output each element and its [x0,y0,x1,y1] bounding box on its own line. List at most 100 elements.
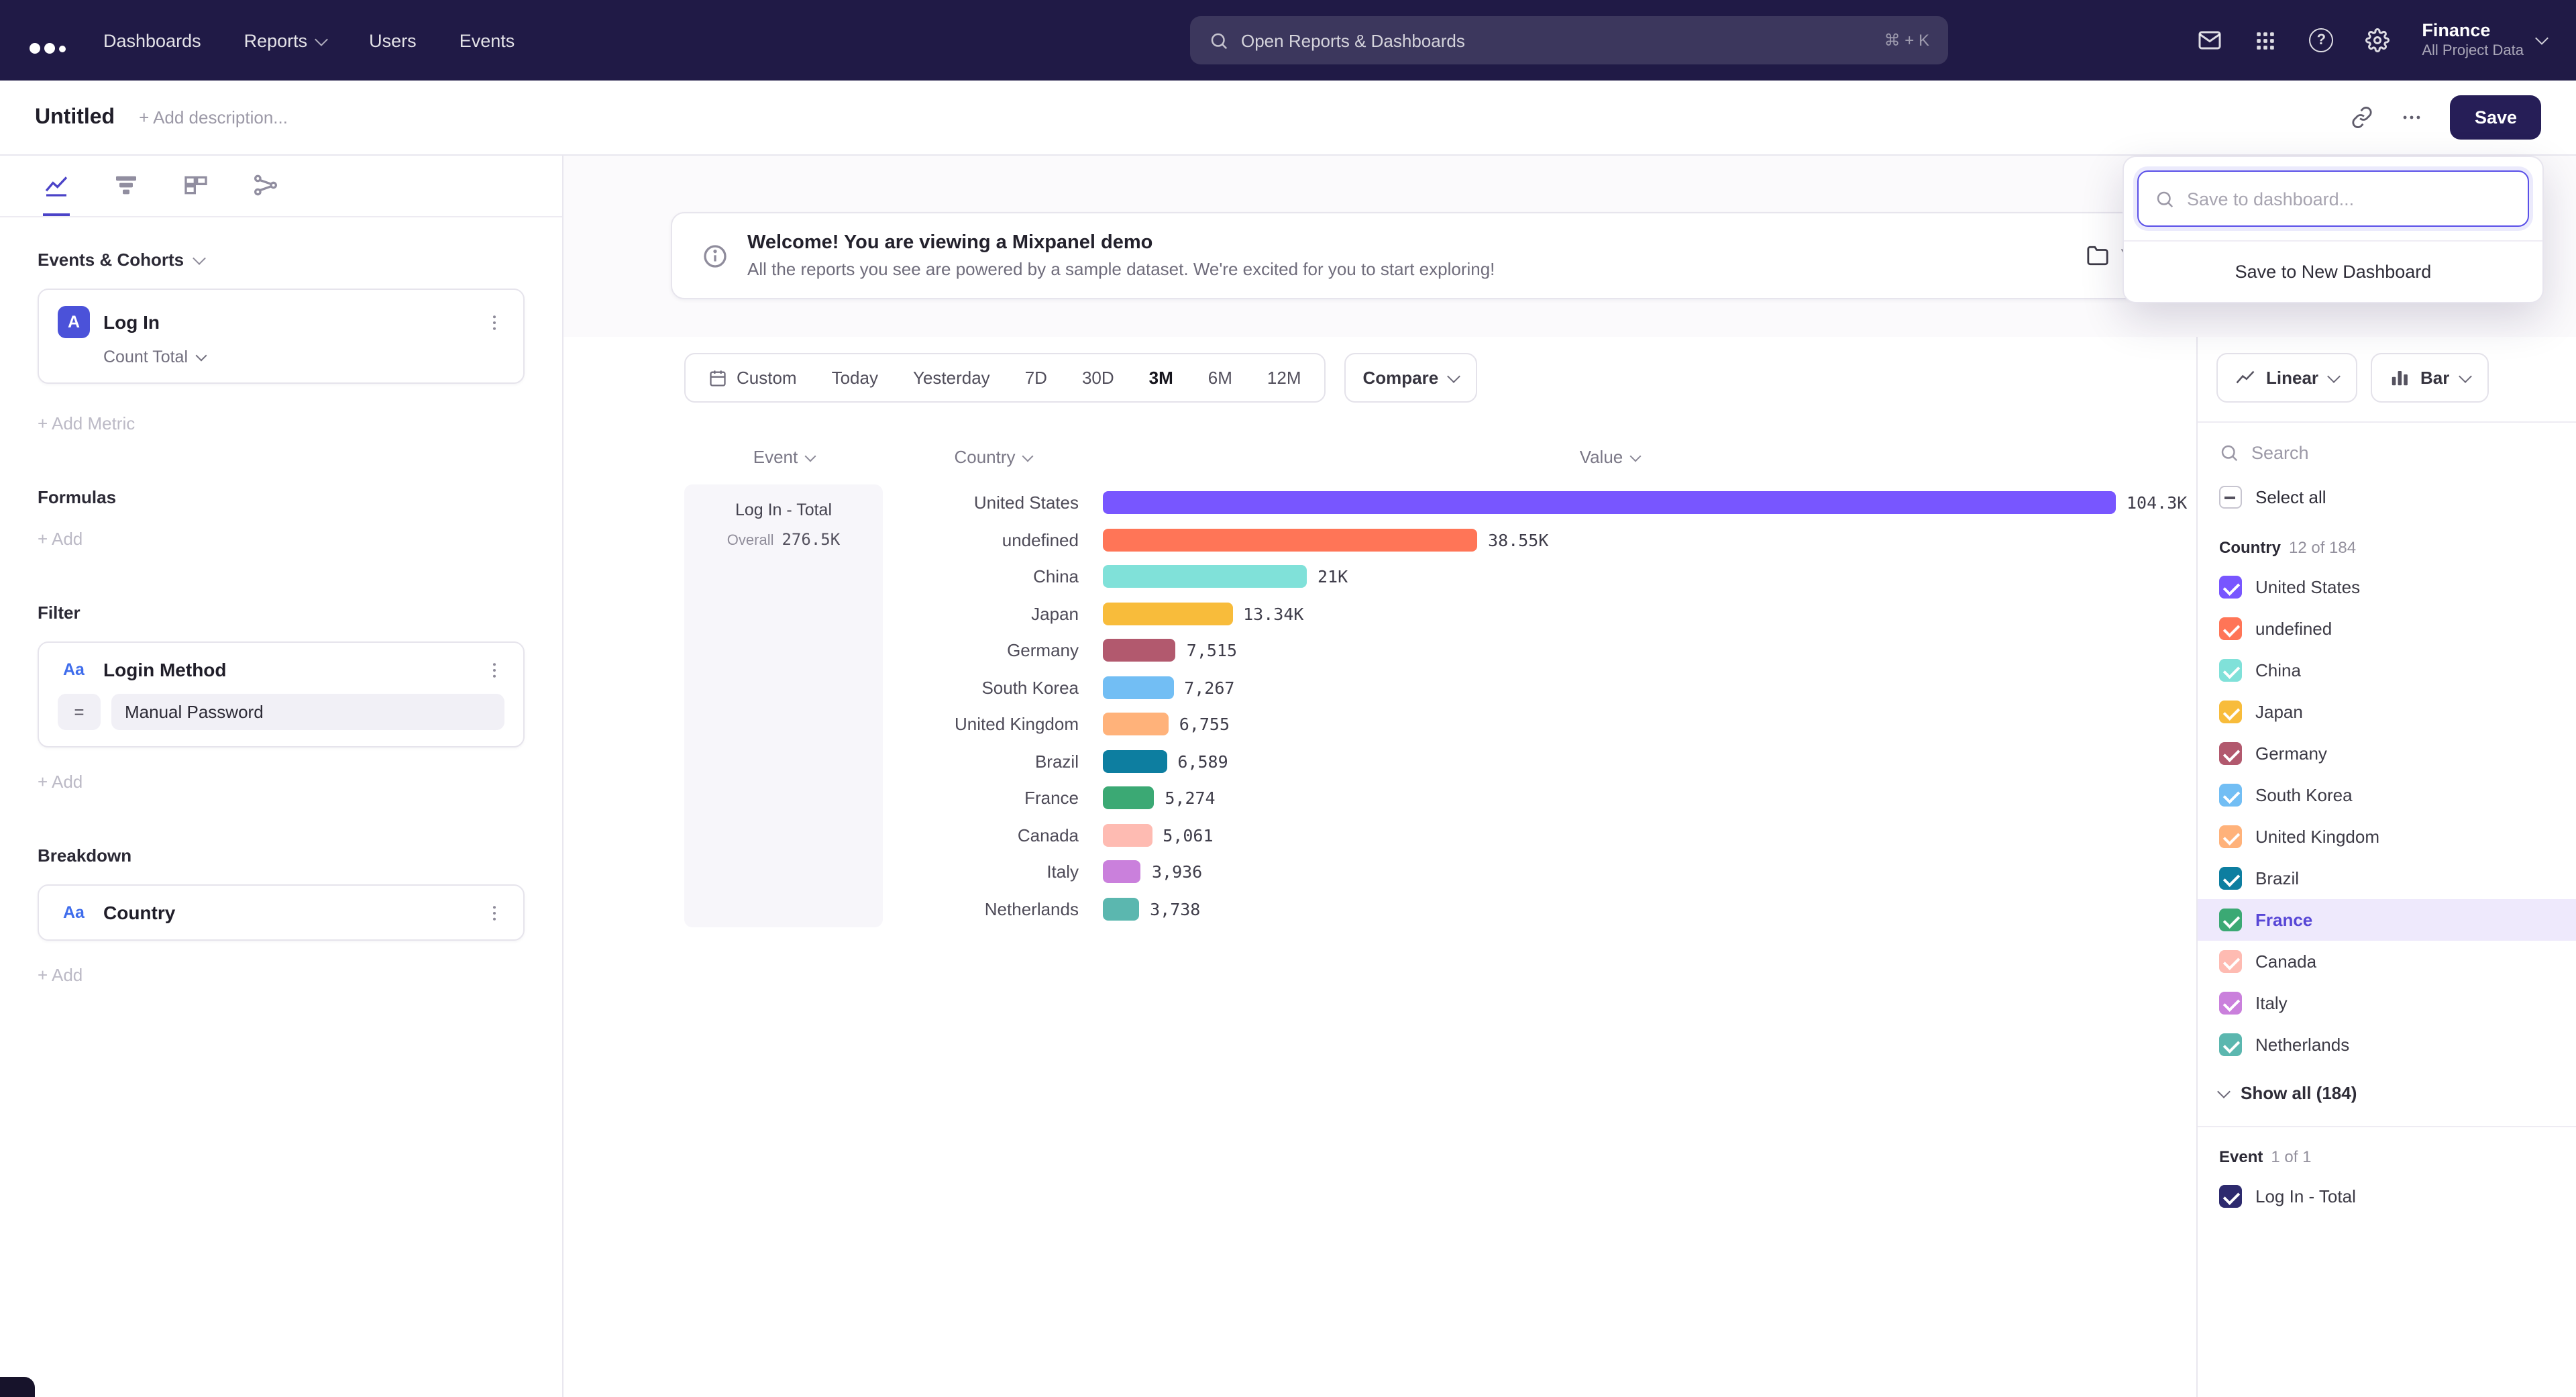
global-search[interactable]: ⌘ + K [1190,16,1948,64]
add-filter-button[interactable]: + Add [38,772,525,792]
kebab-menu-icon[interactable] [484,312,504,332]
nav-link-reports[interactable]: Reports [244,30,327,50]
checkbox-checked-icon[interactable] [2219,867,2242,890]
message-icon[interactable] [2198,28,2222,52]
tab-flows[interactable] [252,156,279,216]
legend-item-united-states[interactable]: United States [2198,566,2576,608]
add-metric-button[interactable]: + Add Metric [38,413,525,433]
bar-segment[interactable] [1103,898,1139,921]
bar-segment[interactable] [1103,566,1307,588]
checkbox-checked-icon[interactable] [2219,701,2242,723]
metric-card[interactable]: A Log In Count Total [38,289,525,384]
nav-link-users[interactable]: Users [369,30,417,50]
report-title[interactable]: Untitled [35,105,115,130]
checkbox-checked-icon[interactable] [2219,742,2242,765]
nav-link-events[interactable]: Events [460,30,515,50]
chart-type-dropdown[interactable]: Bar [2371,353,2488,403]
bar-segment[interactable] [1103,824,1152,847]
save-button[interactable]: Save [2451,95,2541,140]
legend-item-united-kingdom[interactable]: United Kingdom [2198,816,2576,858]
bar-segment[interactable] [1103,603,1232,625]
bar-segment[interactable] [1103,492,2116,515]
checkbox-checked-icon[interactable] [2219,1033,2242,1056]
legend-item-undefined[interactable]: undefined [2198,608,2576,650]
checkbox-checked-icon[interactable] [2219,825,2242,848]
bar-segment[interactable] [1103,529,1477,552]
checkbox-checked-icon[interactable] [2219,659,2242,682]
range-12m[interactable]: 12M [1250,354,1319,401]
dashboard-search-input[interactable] [2187,189,2512,209]
bar-segment[interactable] [1103,861,1141,884]
legend-item-china[interactable]: China [2198,650,2576,691]
checkbox-checked-icon[interactable] [2219,992,2242,1015]
legend-item-germany[interactable]: Germany [2198,733,2576,774]
more-options-icon[interactable] [2401,106,2424,129]
filter-card[interactable]: Aa Login Method = [38,641,525,747]
tab-funnels[interactable] [113,156,140,216]
range-3m[interactable]: 3M [1132,354,1191,401]
help-icon[interactable]: ? [2309,28,2333,52]
checkbox-checked-icon[interactable] [2219,909,2242,931]
settings-gear-icon[interactable] [2365,28,2390,52]
legend-search[interactable] [2198,423,2576,476]
column-header-value[interactable]: Value [1103,446,2116,466]
apps-grid-icon[interactable] [2254,29,2277,52]
range-yesterday[interactable]: Yesterday [896,354,1008,401]
bar-segment[interactable] [1103,676,1173,699]
checkbox-checked-icon[interactable] [2219,784,2242,807]
show-all-button[interactable]: Show all (184) [2198,1066,2576,1121]
events-cohorts-heading[interactable]: Events & Cohorts [38,250,525,270]
range-30d[interactable]: 30D [1065,354,1132,401]
tab-insights[interactable] [43,156,70,216]
range-today[interactable]: Today [814,354,896,401]
mixpanel-logo[interactable] [30,27,66,54]
column-header-event[interactable]: Event [684,446,883,466]
bar-segment[interactable] [1103,787,1154,810]
checkbox-checked-icon[interactable] [2219,617,2242,640]
legend-item-canada[interactable]: Canada [2198,941,2576,982]
save-to-new-dashboard-option[interactable]: Save to New Dashboard [2124,240,2542,302]
tab-retention[interactable] [182,156,209,216]
range-custom[interactable]: Custom [691,354,814,401]
breakdown-label: Breakdown [38,845,131,866]
bar-segment[interactable] [1103,750,1167,773]
filter-property-name[interactable]: Login Method [103,659,471,680]
legend-search-input[interactable] [2251,443,2555,463]
project-switcher[interactable]: Finance All Project Data [2422,19,2546,60]
bar-segment[interactable] [1103,639,1176,662]
global-search-input[interactable] [1241,30,1872,50]
breakdown-property-name[interactable]: Country [103,902,471,923]
compare-button[interactable]: Compare [1344,353,1478,403]
bar-segment[interactable] [1103,713,1169,736]
checkbox-checked-icon[interactable] [2219,1185,2242,1208]
filter-operator[interactable]: = [58,694,101,730]
filter-value-input[interactable] [111,694,504,730]
checkbox-checked-icon[interactable] [2219,576,2242,599]
legend-item-log-in-total[interactable]: Log In - Total [2198,1176,2576,1217]
add-formula-button[interactable]: + Add [38,529,525,549]
add-breakdown-button[interactable]: + Add [38,965,525,985]
share-link-icon[interactable] [2351,106,2374,129]
column-header-country[interactable]: Country [883,446,1103,466]
range-6m[interactable]: 6M [1191,354,1250,401]
breakdown-card[interactable]: Aa Country [38,884,525,941]
legend-item-netherlands[interactable]: Netherlands [2198,1024,2576,1066]
select-all-row[interactable]: Select all [2198,476,2576,518]
legend-item-france[interactable]: France [2198,899,2576,941]
kebab-menu-icon[interactable] [484,902,504,923]
add-description[interactable]: + Add description... [139,107,288,127]
metric-event-name[interactable]: Log In [103,311,471,333]
legend-item-brazil[interactable]: Brazil [2198,858,2576,899]
line-style-dropdown[interactable]: Linear [2216,353,2357,403]
aggregation-selector[interactable]: Count Total [103,348,504,366]
range-7d[interactable]: 7D [1008,354,1065,401]
checkbox-checked-icon[interactable] [2219,950,2242,973]
legend-item-south-korea[interactable]: South Korea [2198,774,2576,816]
bottom-left-widget[interactable] [0,1377,35,1397]
legend-item-italy[interactable]: Italy [2198,982,2576,1024]
kebab-menu-icon[interactable] [484,660,504,680]
dashboard-search-field[interactable] [2137,170,2529,227]
nav-link-dashboards[interactable]: Dashboards [103,30,201,50]
checkbox-indeterminate-icon[interactable] [2219,486,2242,509]
legend-item-japan[interactable]: Japan [2198,691,2576,733]
